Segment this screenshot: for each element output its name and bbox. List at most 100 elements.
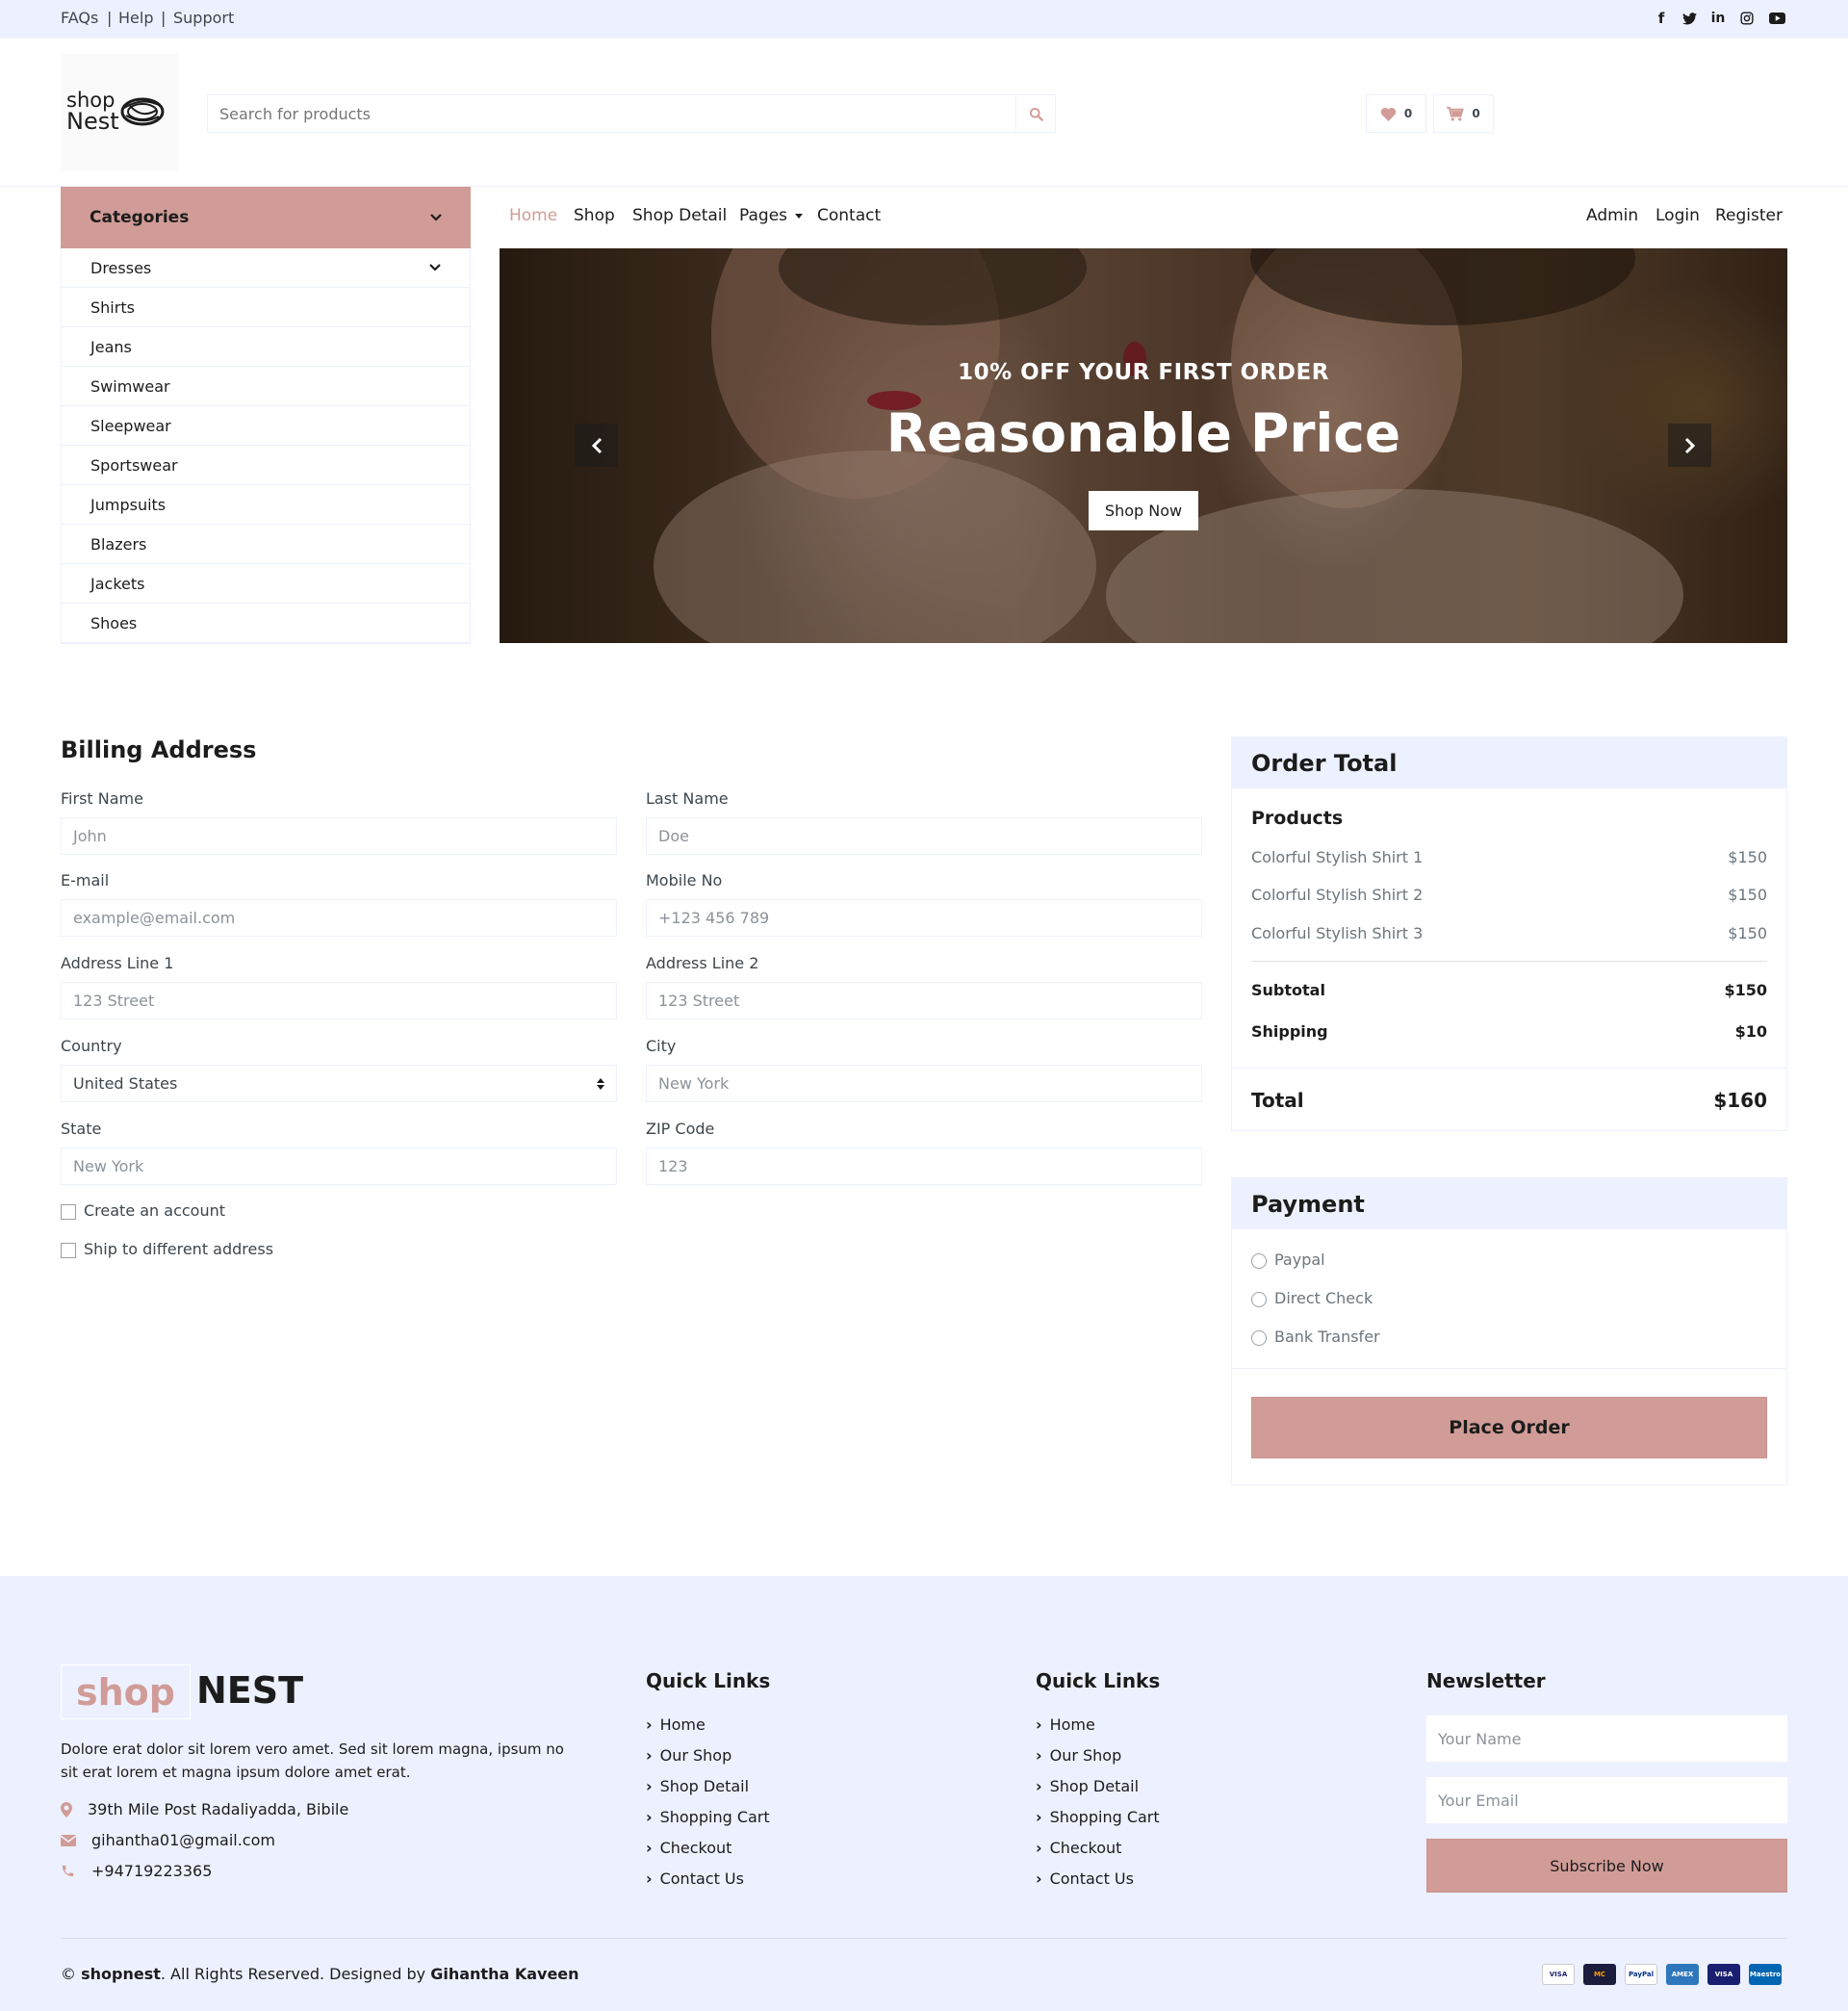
footer-link-shopping-cart[interactable]: › Shopping Cart <box>1036 1808 1160 1826</box>
zip-field[interactable]: 123 <box>646 1147 1202 1185</box>
footer-link-label: Contact Us <box>1049 1869 1134 1888</box>
mobile-field[interactable]: +123 456 789 <box>646 899 1202 937</box>
help-link[interactable]: Help <box>118 9 153 27</box>
category-item-shirts[interactable]: Shirts <box>62 288 470 327</box>
email-field[interactable]: example@email.com <box>61 899 617 937</box>
hero-subtitle: 10% OFF YOUR FIRST ORDER <box>958 360 1329 385</box>
paypal-label[interactable]: Paypal <box>1274 1250 1325 1269</box>
create-account-checkbox[interactable] <box>61 1204 76 1220</box>
footer-link-label: Our Shop <box>659 1746 732 1765</box>
footer-address: 39th Mile Post Radaliyadda, Bibile <box>61 1800 348 1818</box>
last-name-field[interactable]: Doe <box>646 817 1202 855</box>
cart-button[interactable]: 0 <box>1433 94 1494 133</box>
product-row: Colorful Stylish Shirt 1 $150 <box>1251 848 1767 866</box>
carousel-prev-button[interactable] <box>575 424 618 467</box>
nav-pages-label: Pages <box>739 206 788 225</box>
envelope-icon <box>61 1834 76 1846</box>
newsletter-email-input[interactable]: Your Email <box>1426 1777 1787 1823</box>
chevron-right-icon: › <box>1036 1715 1042 1734</box>
nav-pages[interactable]: Pages <box>739 206 804 225</box>
faqs-link[interactable]: FAQs <box>61 9 98 27</box>
create-account-label[interactable]: Create an account <box>84 1201 225 1220</box>
categories-title: Categories <box>90 208 190 227</box>
categories-toggle[interactable]: Categories <box>61 187 471 248</box>
category-item-shoes[interactable]: Shoes <box>62 604 470 643</box>
footer-link-shop-detail[interactable]: › Shop Detail <box>1036 1777 1139 1795</box>
city-label: City <box>646 1037 677 1055</box>
address1-field[interactable]: 123 Street <box>61 982 617 1019</box>
nav-home[interactable]: Home <box>509 206 557 225</box>
search-input[interactable] <box>208 95 1016 132</box>
footer-link-shopping-cart[interactable]: › Shopping Cart <box>646 1808 770 1826</box>
product-name: Colorful Stylish Shirt 1 <box>1251 848 1424 866</box>
newsletter-name-input[interactable]: Your Name <box>1426 1715 1787 1762</box>
footer-link-our-shop[interactable]: › Our Shop <box>646 1746 732 1765</box>
category-item-jackets[interactable]: Jackets <box>62 564 470 604</box>
state-field[interactable]: New York <box>61 1147 617 1185</box>
nav-shop[interactable]: Shop <box>574 206 615 225</box>
category-item-sleepwear[interactable]: Sleepwear <box>62 406 470 446</box>
logo[interactable]: shop Nest <box>61 54 178 171</box>
chevron-right-icon: › <box>646 1715 653 1734</box>
instagram-icon[interactable] <box>1736 9 1758 28</box>
place-order-button[interactable]: Place Order <box>1251 1397 1767 1458</box>
divider <box>1232 1368 1786 1369</box>
subscribe-button[interactable]: Subscribe Now <box>1426 1839 1787 1893</box>
footer-link-shop-detail[interactable]: › Shop Detail <box>646 1777 749 1795</box>
separator: | <box>161 9 167 27</box>
youtube-icon[interactable] <box>1766 9 1787 28</box>
direct-check-label[interactable]: Direct Check <box>1274 1289 1373 1307</box>
bank-transfer-radio[interactable] <box>1251 1330 1267 1346</box>
ship-different-label[interactable]: Ship to different address <box>84 1240 273 1258</box>
billing-title: Billing Address <box>61 736 257 763</box>
footer-link-home[interactable]: › Home <box>1036 1715 1095 1734</box>
chevron-right-icon: › <box>646 1839 653 1857</box>
twitter-icon[interactable] <box>1679 9 1700 28</box>
nav-contact[interactable]: Contact <box>817 206 881 225</box>
footer-logo-shop[interactable]: shop <box>61 1664 191 1719</box>
nav-shop-detail[interactable]: Shop Detail <box>632 206 727 225</box>
heart-icon <box>1380 107 1397 121</box>
footer-divider <box>61 1938 1787 1939</box>
footer-link-our-shop[interactable]: › Our Shop <box>1036 1746 1121 1765</box>
category-item-jumpsuits[interactable]: Jumpsuits <box>62 485 470 525</box>
category-label: Blazers <box>90 534 147 554</box>
category-item-sportswear[interactable]: Sportswear <box>62 446 470 485</box>
zip-label: ZIP Code <box>646 1120 715 1138</box>
first-name-field[interactable]: John <box>61 817 617 855</box>
search-button[interactable] <box>1015 95 1055 132</box>
footer-link-checkout[interactable]: › Checkout <box>1036 1839 1121 1857</box>
nav-admin[interactable]: Admin <box>1586 206 1638 225</box>
address2-field[interactable]: 123 Street <box>646 982 1202 1019</box>
paypal-radio[interactable] <box>1251 1253 1267 1269</box>
linkedin-icon[interactable]: in <box>1707 9 1729 28</box>
footer-link-checkout[interactable]: › Checkout <box>646 1839 732 1857</box>
total-label: Total <box>1251 1089 1304 1112</box>
category-item-swimwear[interactable]: Swimwear <box>62 367 470 406</box>
wishlist-button[interactable]: 0 <box>1366 94 1426 133</box>
carousel-next-button[interactable] <box>1668 424 1711 467</box>
footer-logo-nest[interactable]: NEST <box>196 1669 303 1712</box>
country-select[interactable]: United States <box>61 1065 617 1102</box>
bank-transfer-label[interactable]: Bank Transfer <box>1274 1328 1380 1346</box>
footer-link-contact-us[interactable]: › Contact Us <box>646 1869 744 1888</box>
footer-link-contact-us[interactable]: › Contact Us <box>1036 1869 1134 1888</box>
nav-register[interactable]: Register <box>1715 206 1783 225</box>
categories-list: Dresses Shirts Jeans Swimwear Sleepwear … <box>61 248 471 644</box>
footer-link-home[interactable]: › Home <box>646 1715 706 1734</box>
direct-check-radio[interactable] <box>1251 1292 1267 1307</box>
support-link[interactable]: Support <box>173 9 234 27</box>
designer-name[interactable]: Gihantha Kaveen <box>430 1965 578 1983</box>
shop-now-button[interactable]: Shop Now <box>1089 491 1198 530</box>
ship-different-checkbox[interactable] <box>61 1243 76 1258</box>
category-item-jeans[interactable]: Jeans <box>62 327 470 367</box>
category-item-dresses[interactable]: Dresses <box>62 248 470 288</box>
nav-login[interactable]: Login <box>1656 206 1700 225</box>
category-item-blazers[interactable]: Blazers <box>62 525 470 564</box>
chevron-right-icon: › <box>1036 1808 1042 1826</box>
footer-link-label: Shop Detail <box>659 1777 750 1795</box>
maestro-icon: Maestro <box>1749 1964 1782 1985</box>
city-field[interactable]: New York <box>646 1065 1202 1102</box>
facebook-icon[interactable]: f <box>1651 9 1672 28</box>
brand-name[interactable]: shopnest <box>81 1965 161 1983</box>
